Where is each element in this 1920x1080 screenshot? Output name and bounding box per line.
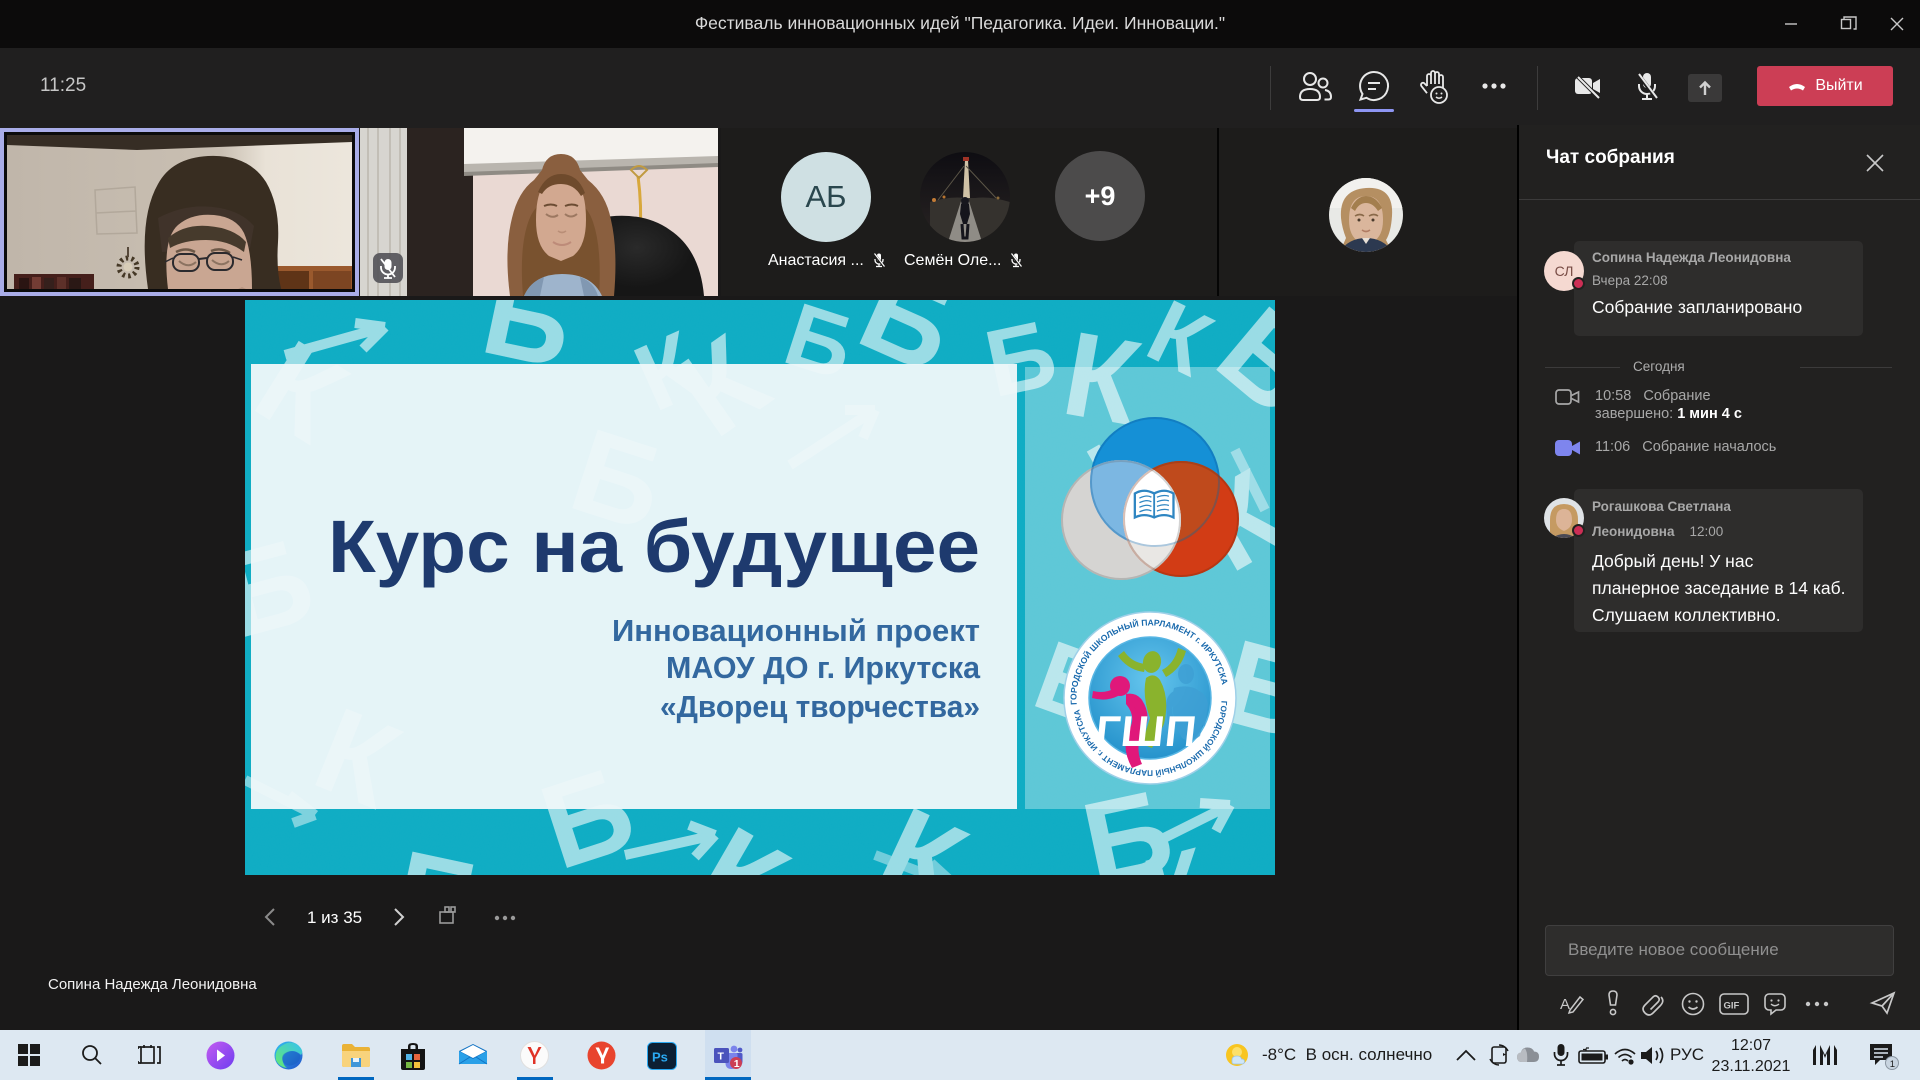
svg-text:Инновационный проект: Инновационный проект: [612, 613, 980, 648]
svg-text:МАОУ ДО г. Иркутска: МАОУ ДО г. Иркутска: [666, 650, 981, 685]
svg-text:1: 1: [1890, 1059, 1895, 1070]
svg-text:ГШП: ГШП: [1093, 708, 1200, 756]
svg-text:«Дворец творчества»: «Дворец творчества»: [660, 689, 980, 724]
svg-text:1 из 35: 1 из 35: [307, 908, 362, 927]
svg-text:1: 1: [734, 1058, 740, 1070]
svg-text:A: A: [1560, 996, 1570, 1013]
svg-text:Ps: Ps: [652, 1050, 668, 1065]
svg-text:Курс на будущее: Курс на будущее: [328, 505, 980, 588]
svg-text:GIF: GIF: [1724, 1001, 1740, 1012]
svg-text:T: T: [718, 1051, 725, 1063]
